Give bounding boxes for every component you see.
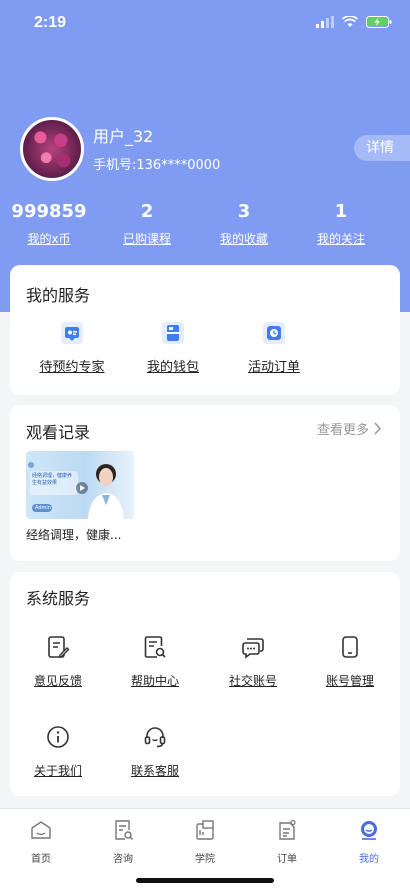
help-center-icon	[144, 636, 166, 658]
tab-home[interactable]: 首页	[0, 819, 82, 865]
profile-icon	[361, 821, 377, 840]
stat-value: 1	[334, 201, 348, 222]
stat-value: 999859	[11, 201, 87, 222]
tab-consult[interactable]: 咨询	[82, 819, 164, 865]
system-item-label: 账号管理	[325, 674, 374, 688]
stat-favorites[interactable]: 3 我的收藏	[203, 201, 285, 247]
orders-icon	[279, 819, 296, 840]
tab-orders[interactable]: 订单	[246, 819, 328, 865]
service-wallet[interactable]: 我的钱包	[133, 322, 213, 375]
stat-label: 我的关注	[316, 232, 365, 246]
expert-icon	[61, 322, 83, 344]
tab-profile[interactable]: 我的	[328, 819, 410, 865]
stat-following[interactable]: 1 我的关注	[300, 201, 382, 247]
info-icon	[47, 726, 69, 748]
tab-label: 我的	[359, 854, 379, 865]
social-account-icon	[242, 638, 264, 659]
feedback-icon	[48, 636, 70, 658]
status-time: 2:19	[34, 14, 67, 31]
wallet-icon	[162, 322, 184, 344]
stat-label: 我的收藏	[219, 232, 268, 246]
system-item-help-center[interactable]: 帮助中心	[110, 635, 200, 689]
phone-number: 手机号:136****0000	[93, 158, 221, 173]
tab-label: 订单	[277, 854, 297, 865]
system-item-label: 联系客服	[130, 764, 179, 778]
detail-button[interactable]: 详情	[354, 135, 410, 161]
history-video-title[interactable]: 经络调理，健康...	[26, 526, 121, 543]
stat-coins[interactable]: 999859 我的x币	[8, 201, 90, 247]
view-more-link[interactable]: 查看更多	[317, 419, 382, 438]
my-services-title: 我的服务	[26, 286, 91, 305]
consult-icon	[115, 820, 133, 840]
service-label: 活动订单	[247, 360, 300, 375]
tab-label: 咨询	[113, 854, 133, 865]
stat-label: 我的x币	[27, 232, 71, 246]
system-item-feedback[interactable]: 意见反馈	[13, 635, 103, 689]
status-icons	[316, 16, 392, 28]
service-label: 待预约专家	[39, 360, 105, 375]
stat-value: 3	[237, 201, 251, 222]
thumbnail-text: 经络调理，健康养生有益效果	[32, 473, 73, 486]
watch-history-card: 观看记录 查看更多 经络调理，健康养生有益效果 Admin 经络调理，健康...	[10, 405, 400, 561]
home-icon	[31, 821, 51, 839]
avatar[interactable]	[20, 117, 84, 181]
system-item-account-management[interactable]: 账号管理	[305, 635, 395, 689]
system-item-about-us[interactable]: 关于我们	[13, 725, 103, 779]
service-pending-expert[interactable]: 待预约专家	[32, 322, 112, 375]
watch-history-title: 观看记录	[26, 423, 91, 442]
headset-icon	[144, 727, 166, 748]
my-services-card: 我的服务 待预约专家 我的钱包 活动订单	[10, 265, 400, 395]
home-indicator[interactable]	[136, 878, 274, 883]
system-item-label: 意见反馈	[33, 674, 82, 688]
battery-charging-icon	[366, 16, 392, 28]
view-more-label: 查看更多	[316, 423, 369, 438]
system-item-label: 帮助中心	[130, 674, 179, 688]
system-services-card: 系统服务 意见反馈 帮助中心 社交账号 账号管理 关于我们 联系客服	[10, 572, 400, 796]
history-video-thumbnail[interactable]: 经络调理，健康养生有益效果 Admin	[26, 451, 134, 519]
account-manage-icon	[342, 636, 358, 658]
stat-purchased-courses[interactable]: 2 已购课程	[106, 201, 188, 247]
system-services-title: 系统服务	[26, 589, 91, 608]
stat-value: 2	[140, 201, 154, 222]
system-item-social-account[interactable]: 社交账号	[208, 635, 298, 689]
service-label: 我的钱包	[146, 360, 199, 375]
chevron-right-icon	[374, 422, 382, 435]
system-item-label: 关于我们	[33, 764, 82, 778]
tab-academy[interactable]: 学院	[164, 819, 246, 865]
order-icon	[263, 322, 285, 344]
system-item-label: 社交账号	[228, 674, 277, 688]
signal-icon	[316, 16, 334, 28]
tab-label: 学院	[195, 854, 215, 865]
academy-icon	[196, 820, 214, 840]
stat-label: 已购课程	[122, 232, 171, 246]
status-bar: 2:19	[0, 0, 410, 50]
wifi-icon	[342, 16, 358, 27]
system-item-contact-support[interactable]: 联系客服	[110, 725, 200, 779]
service-activity-orders[interactable]: 活动订单	[234, 322, 314, 375]
username: 用户_32	[93, 127, 154, 146]
tab-label: 首页	[31, 854, 51, 865]
thumbnail-badge: Admin	[35, 505, 51, 511]
stats-row: 999859 我的x币 2 已购课程 3 我的收藏 1 我的关注	[0, 201, 410, 249]
